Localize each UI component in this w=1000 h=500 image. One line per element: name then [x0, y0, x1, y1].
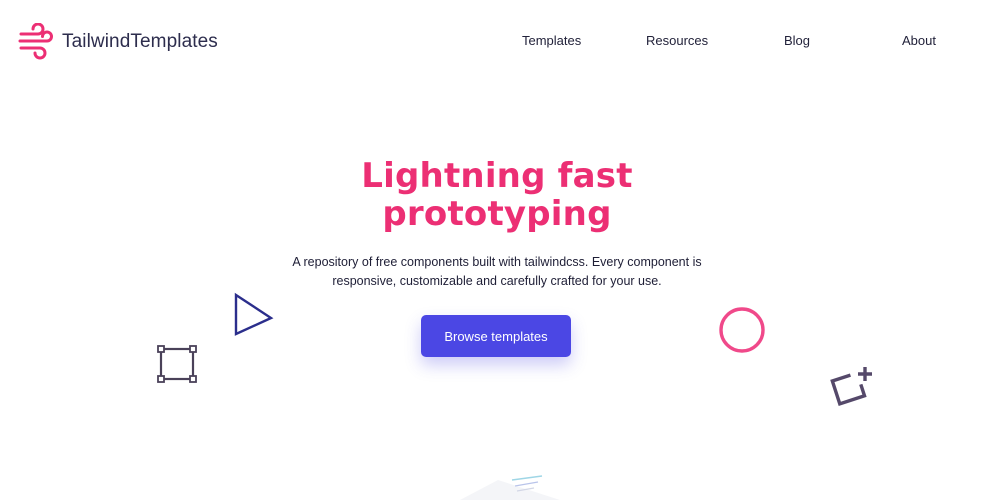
- hero-subtitle: A repository of free components built wi…: [270, 253, 724, 291]
- wind-icon: [18, 23, 53, 60]
- nav-link-templates[interactable]: Templates: [522, 33, 581, 48]
- nav-link-blog[interactable]: Blog: [784, 33, 810, 48]
- brand-name: TailwindTemplates: [62, 31, 218, 52]
- hero-title-line-1: Lightning fast: [361, 156, 633, 196]
- nav-link-resources[interactable]: Resources: [646, 33, 708, 48]
- hero-title: Lightning fast prototyping: [0, 157, 994, 233]
- square-plus-icon: [830, 367, 872, 406]
- template-preview-image: [460, 475, 560, 500]
- hero-title-line-2: prototyping: [382, 194, 612, 234]
- brand-link[interactable]: TailwindTemplates: [18, 22, 218, 62]
- browse-templates-button[interactable]: Browse templates: [421, 315, 571, 357]
- hero-subtitle-line-1: A repository of free components built wi…: [292, 255, 702, 269]
- nav-link-about[interactable]: About: [902, 33, 936, 48]
- selection-square-icon: [157, 345, 197, 383]
- hero-subtitle-line-2: responsive, customizable and carefully c…: [332, 274, 662, 288]
- site-header: TailwindTemplates Templates Resources Bl…: [0, 0, 1000, 84]
- circle-outline-icon: [719, 307, 765, 353]
- triangle-outline-icon: [234, 292, 274, 336]
